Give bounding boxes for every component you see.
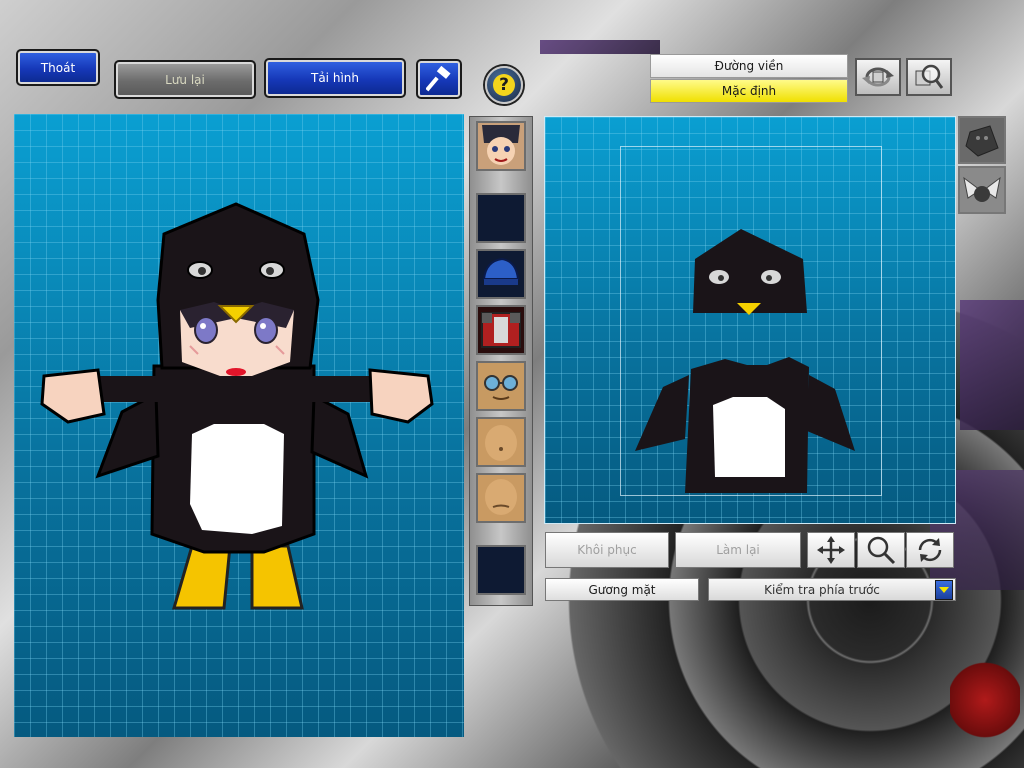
help-button[interactable]: ? — [485, 66, 523, 104]
restore-button[interactable]: Khôi phục — [545, 532, 669, 568]
magnifier-icon — [867, 536, 896, 565]
face-part-button[interactable]: Gương mặt — [545, 578, 699, 601]
reload-image-button[interactable]: Tải hình — [264, 58, 406, 98]
stone-block-button[interactable] — [958, 116, 1006, 164]
goggles-icon — [484, 375, 518, 400]
red-armor-icon — [481, 312, 521, 348]
face-slot[interactable] — [476, 121, 526, 171]
refresh-icon — [918, 538, 942, 562]
background-red-emblem — [950, 650, 1020, 750]
redo-button[interactable]: Làm lại — [675, 532, 801, 568]
goggles-slot[interactable] — [476, 361, 526, 411]
empty-slot-1[interactable] — [476, 193, 526, 243]
armor-slot[interactable] — [476, 305, 526, 355]
refresh-button[interactable] — [906, 532, 954, 568]
stone-block-icon — [965, 125, 999, 157]
background-character-cloth — [960, 300, 1024, 430]
wing-emblem-icon — [963, 176, 1001, 202]
zoom-view-icon — [915, 64, 944, 89]
blue-helmet-icon — [482, 257, 520, 285]
lower-body-icon — [485, 479, 517, 515]
move-arrows-icon — [817, 536, 845, 564]
texture-edit-panel[interactable] — [544, 116, 956, 524]
move-button[interactable] — [807, 532, 855, 568]
anime-face-icon — [478, 123, 524, 169]
outline-view-tab[interactable]: Đường viền — [650, 54, 848, 78]
penguin-character-preview — [40, 202, 434, 610]
wing-emblem-button[interactable] — [958, 166, 1006, 214]
default-view-tab[interactable]: Mặc định — [650, 79, 848, 103]
zoom-view-button[interactable] — [906, 58, 952, 96]
hammer-icon — [426, 66, 451, 92]
zoom-button[interactable] — [857, 532, 905, 568]
body-slot[interactable] — [476, 417, 526, 467]
check-view-select-value: Kiểm tra phía trước — [764, 582, 880, 597]
belly-icon — [485, 425, 517, 461]
hammer-button[interactable] — [416, 59, 462, 99]
character-preview-panel[interactable] — [14, 114, 464, 737]
lower-body-slot[interactable] — [476, 473, 526, 523]
background-character-hair — [540, 40, 660, 54]
helmet-slot[interactable] — [476, 249, 526, 299]
help-icon: ? — [493, 74, 515, 96]
save-button[interactable]: Lưu lại — [114, 60, 256, 99]
check-view-select[interactable]: Kiểm tra phía trước — [708, 578, 956, 601]
rotate-view-icon — [862, 67, 894, 87]
penguin-texture-view — [635, 229, 855, 493]
equipment-slot-column — [469, 116, 533, 606]
empty-slot-2[interactable] — [476, 545, 526, 595]
exit-button[interactable]: Thoát — [16, 49, 100, 86]
rotate-view-button[interactable] — [855, 58, 901, 96]
chevron-down-icon[interactable] — [935, 579, 953, 600]
